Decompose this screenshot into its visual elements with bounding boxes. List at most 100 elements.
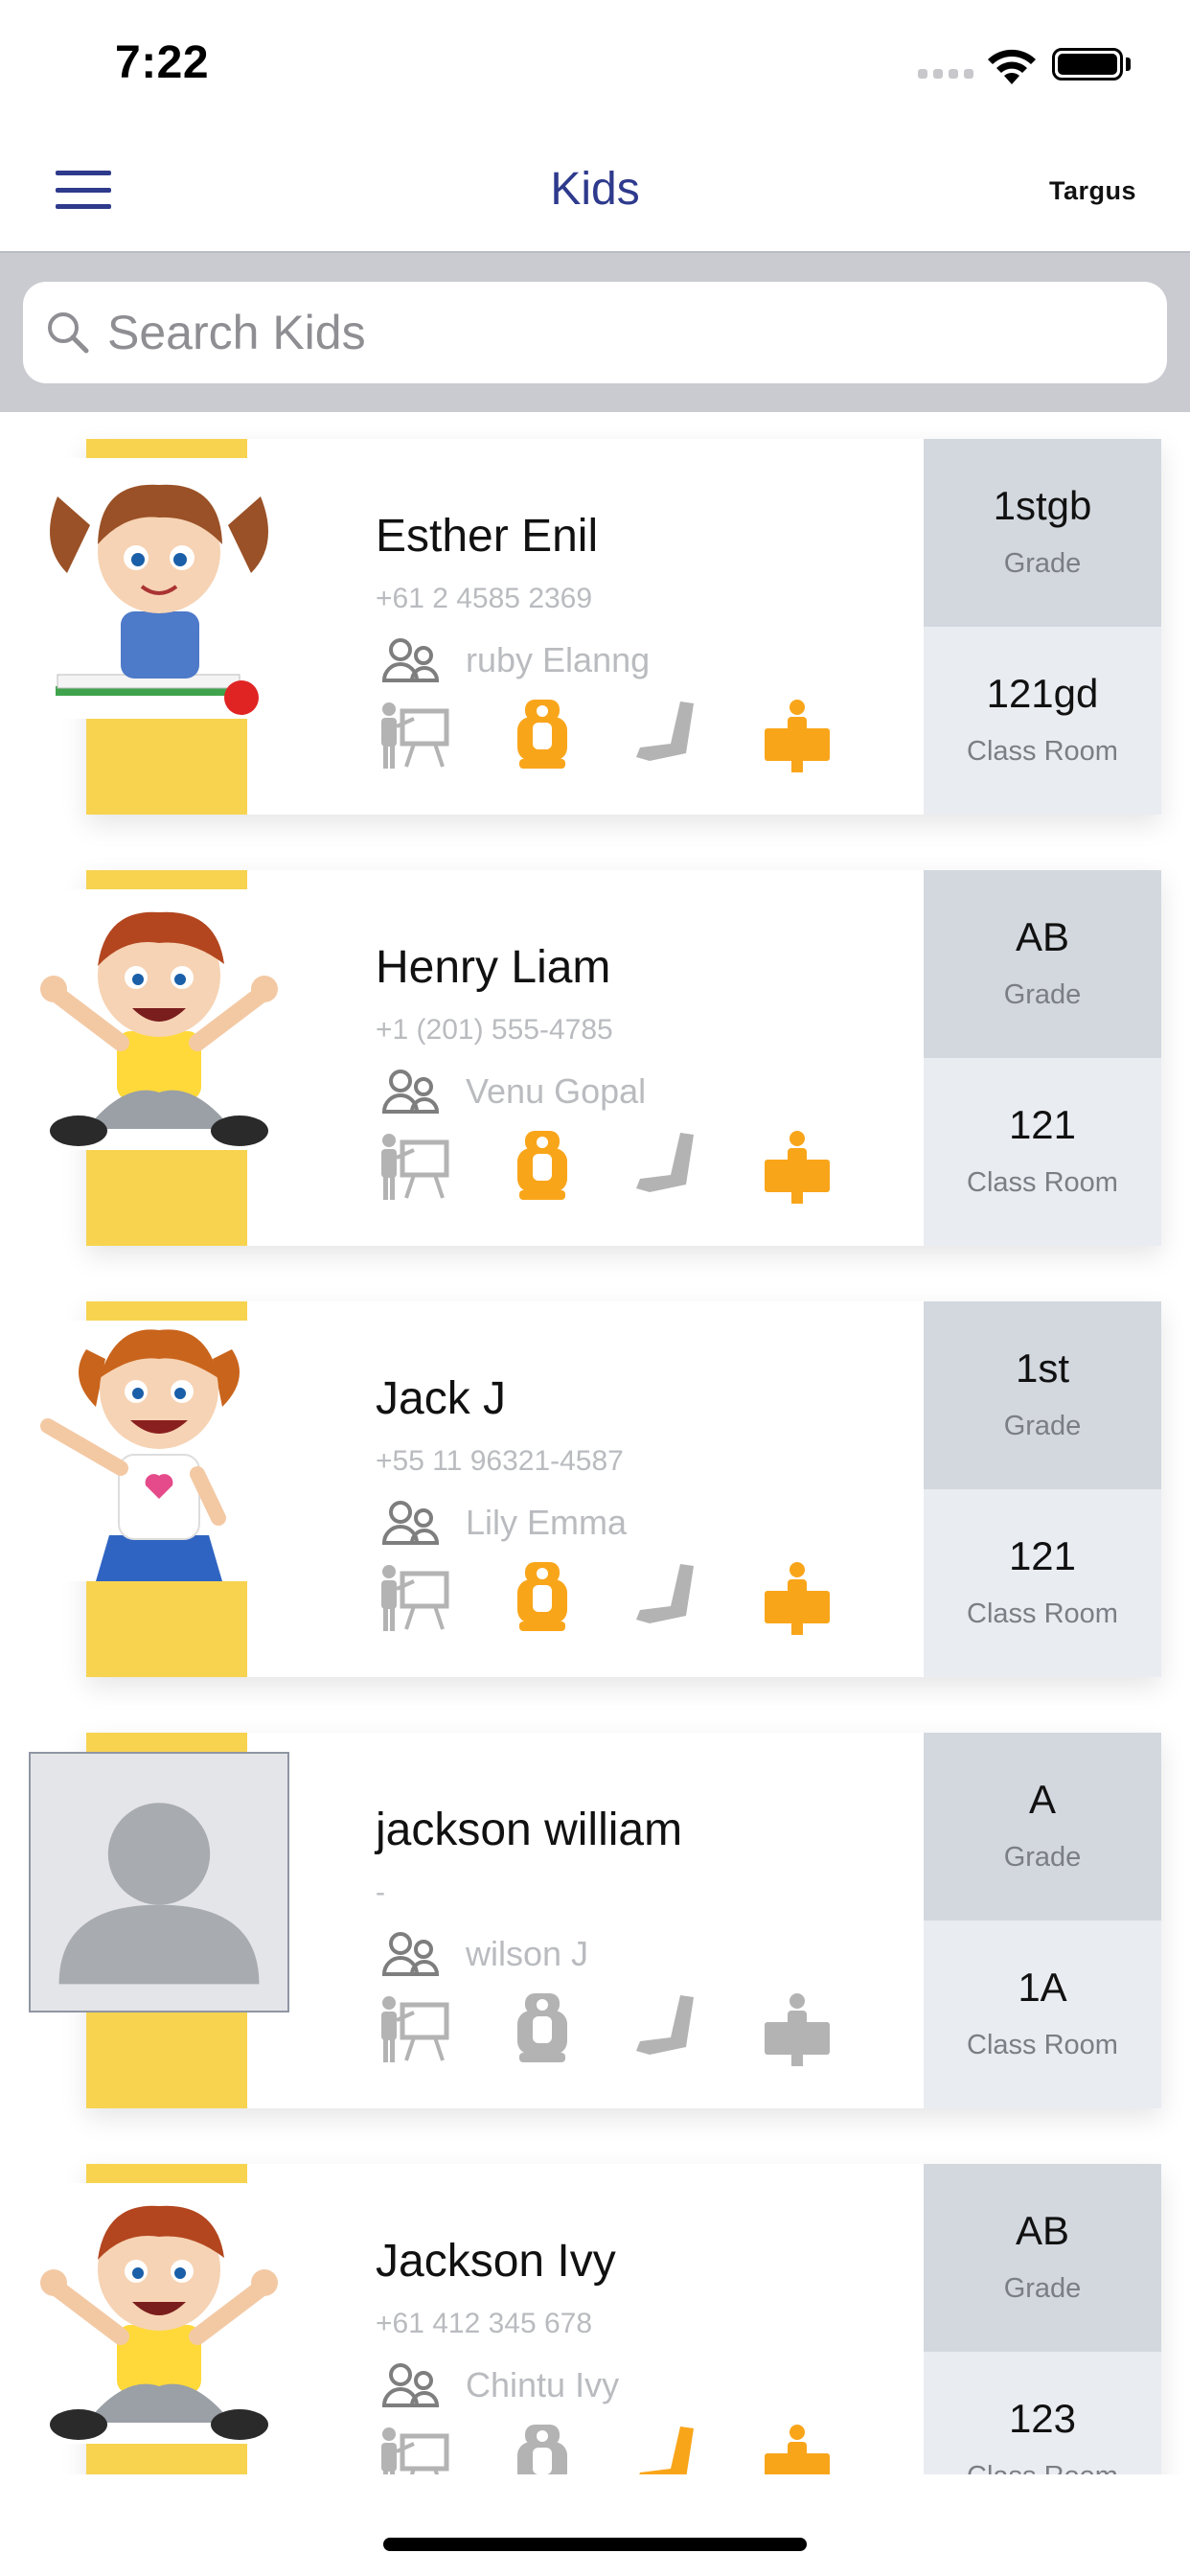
- classroom-value: 121: [1008, 1102, 1077, 1147]
- grade-value: A: [1028, 1777, 1056, 1822]
- parents-icon: [381, 1501, 440, 1545]
- classroom-box: 123 Class Room: [924, 2352, 1161, 2474]
- classroom-box: 121gd Class Room: [924, 627, 1161, 815]
- grade-value: 1stgb: [993, 483, 1092, 528]
- desk-person-icon: [759, 1991, 835, 2068]
- kid-avatar: [29, 458, 289, 719]
- parents-icon: [381, 1070, 440, 1114]
- grade-label: Grade: [1003, 1842, 1082, 1873]
- kid-info-column: 1stgb Grade 121gd Class Room: [924, 439, 1161, 815]
- seat-icon: [630, 2423, 707, 2474]
- grade-box: A Grade: [924, 1733, 1161, 1920]
- status-bar: 7:22: [0, 0, 1190, 126]
- trip-status-icons: [376, 1560, 855, 1637]
- desk-person-icon: [759, 698, 835, 774]
- grade-value: AB: [1015, 2208, 1070, 2253]
- parents-icon: [381, 638, 440, 682]
- nav-bar: Kids Targus: [0, 126, 1190, 253]
- search-input[interactable]: [107, 282, 1142, 383]
- status-time: 7:22: [115, 37, 210, 88]
- car-seat-icon: [504, 1129, 581, 1206]
- kid-name: Esther Enil: [376, 511, 599, 562]
- classroom-label: Class Room: [967, 1167, 1118, 1198]
- kid-phone: +1 (201) 555-4785: [376, 1014, 613, 1046]
- grade-box: AB Grade: [924, 2164, 1161, 2352]
- battery-tip: [1126, 58, 1131, 71]
- trip-status-icons: [376, 2423, 855, 2474]
- kid-card-4[interactable]: jackson william - wilson J A Grade 1A Cl…: [0, 1704, 1190, 2108]
- grade-label: Grade: [1003, 2273, 1082, 2304]
- cellular-signal-icon: [918, 69, 973, 79]
- seat-icon: [630, 1560, 707, 1637]
- kid-avatar: [29, 1752, 289, 2012]
- kid-name: Jack J: [376, 1373, 507, 1424]
- grade-value: AB: [1015, 914, 1070, 959]
- search-box[interactable]: [23, 282, 1167, 383]
- boy-cheering-image: [40, 911, 278, 1146]
- boy-cheering-image: [40, 2205, 278, 2440]
- kid-name: Jackson Ivy: [376, 2236, 616, 2287]
- kid-info-column: 1st Grade 121 Class Room: [924, 1301, 1161, 1677]
- kid-avatar: [29, 1321, 289, 1581]
- home-indicator: [383, 2538, 807, 2551]
- default-person-image: [58, 1803, 260, 1985]
- grade-box: 1st Grade: [924, 1301, 1161, 1489]
- classroom-icon: [376, 1991, 452, 2068]
- classroom-box: 1A Class Room: [924, 1920, 1161, 2108]
- kid-card-1[interactable]: Esther Enil +61 2 4585 2369 ruby Elanng …: [0, 412, 1190, 815]
- kid-name: jackson william: [376, 1805, 683, 1855]
- classroom-box: 121 Class Room: [924, 1489, 1161, 1677]
- kids-list[interactable]: Esther Enil +61 2 4585 2369 ruby Elanng …: [0, 412, 1190, 2474]
- kid-card-5[interactable]: Jackson Ivy +61 412 345 678 Chintu Ivy A…: [0, 2135, 1190, 2474]
- classroom-icon: [376, 698, 452, 774]
- kid-phone: +55 11 96321-4587: [376, 1445, 624, 1477]
- grade-label: Grade: [1003, 548, 1082, 579]
- classroom-value: 121: [1008, 1533, 1077, 1578]
- kid-info-column: AB Grade 121 Class Room: [924, 870, 1161, 1246]
- desk-person-icon: [759, 1560, 835, 1637]
- trip-status-icons: [376, 698, 855, 774]
- classroom-label: Class Room: [967, 736, 1118, 767]
- kid-info-column: A Grade 1A Class Room: [924, 1733, 1161, 2108]
- grade-label: Grade: [1003, 979, 1082, 1010]
- search-icon: [48, 312, 89, 354]
- classroom-value: 1A: [1018, 1965, 1067, 2010]
- kid-name: Henry Liam: [376, 942, 611, 993]
- classroom-icon: [376, 1129, 452, 1206]
- car-seat-icon: [504, 1991, 581, 2068]
- car-seat-icon: [504, 1560, 581, 1637]
- kid-phone: +61 412 345 678: [376, 2308, 593, 2339]
- page-title: Kids: [550, 164, 640, 215]
- grade-box: 1stgb Grade: [924, 439, 1161, 627]
- classroom-icon: [376, 2423, 452, 2474]
- desk-person-icon: [759, 1129, 835, 1206]
- girl-waving-image: [40, 1329, 240, 1581]
- parents-icon: [381, 2363, 440, 2407]
- battery-icon: [1052, 48, 1123, 80]
- girl-pigtails-studying-image: [50, 484, 268, 715]
- seat-icon: [630, 1991, 707, 2068]
- kid-avatar: [29, 2183, 289, 2444]
- classroom-label: Class Room: [924, 2461, 1161, 2474]
- trip-status-icons: [376, 1991, 855, 2068]
- grade-value: 1st: [1015, 1346, 1070, 1391]
- kid-parent: wilson J: [466, 1934, 589, 1973]
- car-seat-icon: [504, 698, 581, 774]
- seat-icon: [630, 698, 707, 774]
- kid-card-2[interactable]: Henry Liam +1 (201) 555-4785 Venu Gopal …: [0, 841, 1190, 1246]
- classroom-icon: [376, 1560, 452, 1637]
- kid-parent: Venu Gopal: [466, 1071, 647, 1111]
- kid-phone: +61 2 4585 2369: [376, 583, 593, 614]
- classroom-label: Class Room: [967, 1598, 1118, 1629]
- kid-avatar: [29, 889, 289, 1150]
- kid-card-3[interactable]: Jack J +55 11 96321-4587 Lily Emma 1st G…: [0, 1273, 1190, 1677]
- search-area: [0, 253, 1190, 412]
- kid-parent: ruby Elanng: [466, 640, 651, 679]
- classroom-value: 121gd: [986, 671, 1099, 716]
- parents-icon: [381, 1932, 440, 1976]
- kid-info-column: AB Grade 123 Class Room: [924, 2164, 1161, 2474]
- seat-icon: [630, 1129, 707, 1206]
- brand-logo: Targus: [1048, 176, 1136, 205]
- trip-status-icons: [376, 1129, 855, 1206]
- kid-parent: Chintu Ivy: [466, 2365, 620, 2404]
